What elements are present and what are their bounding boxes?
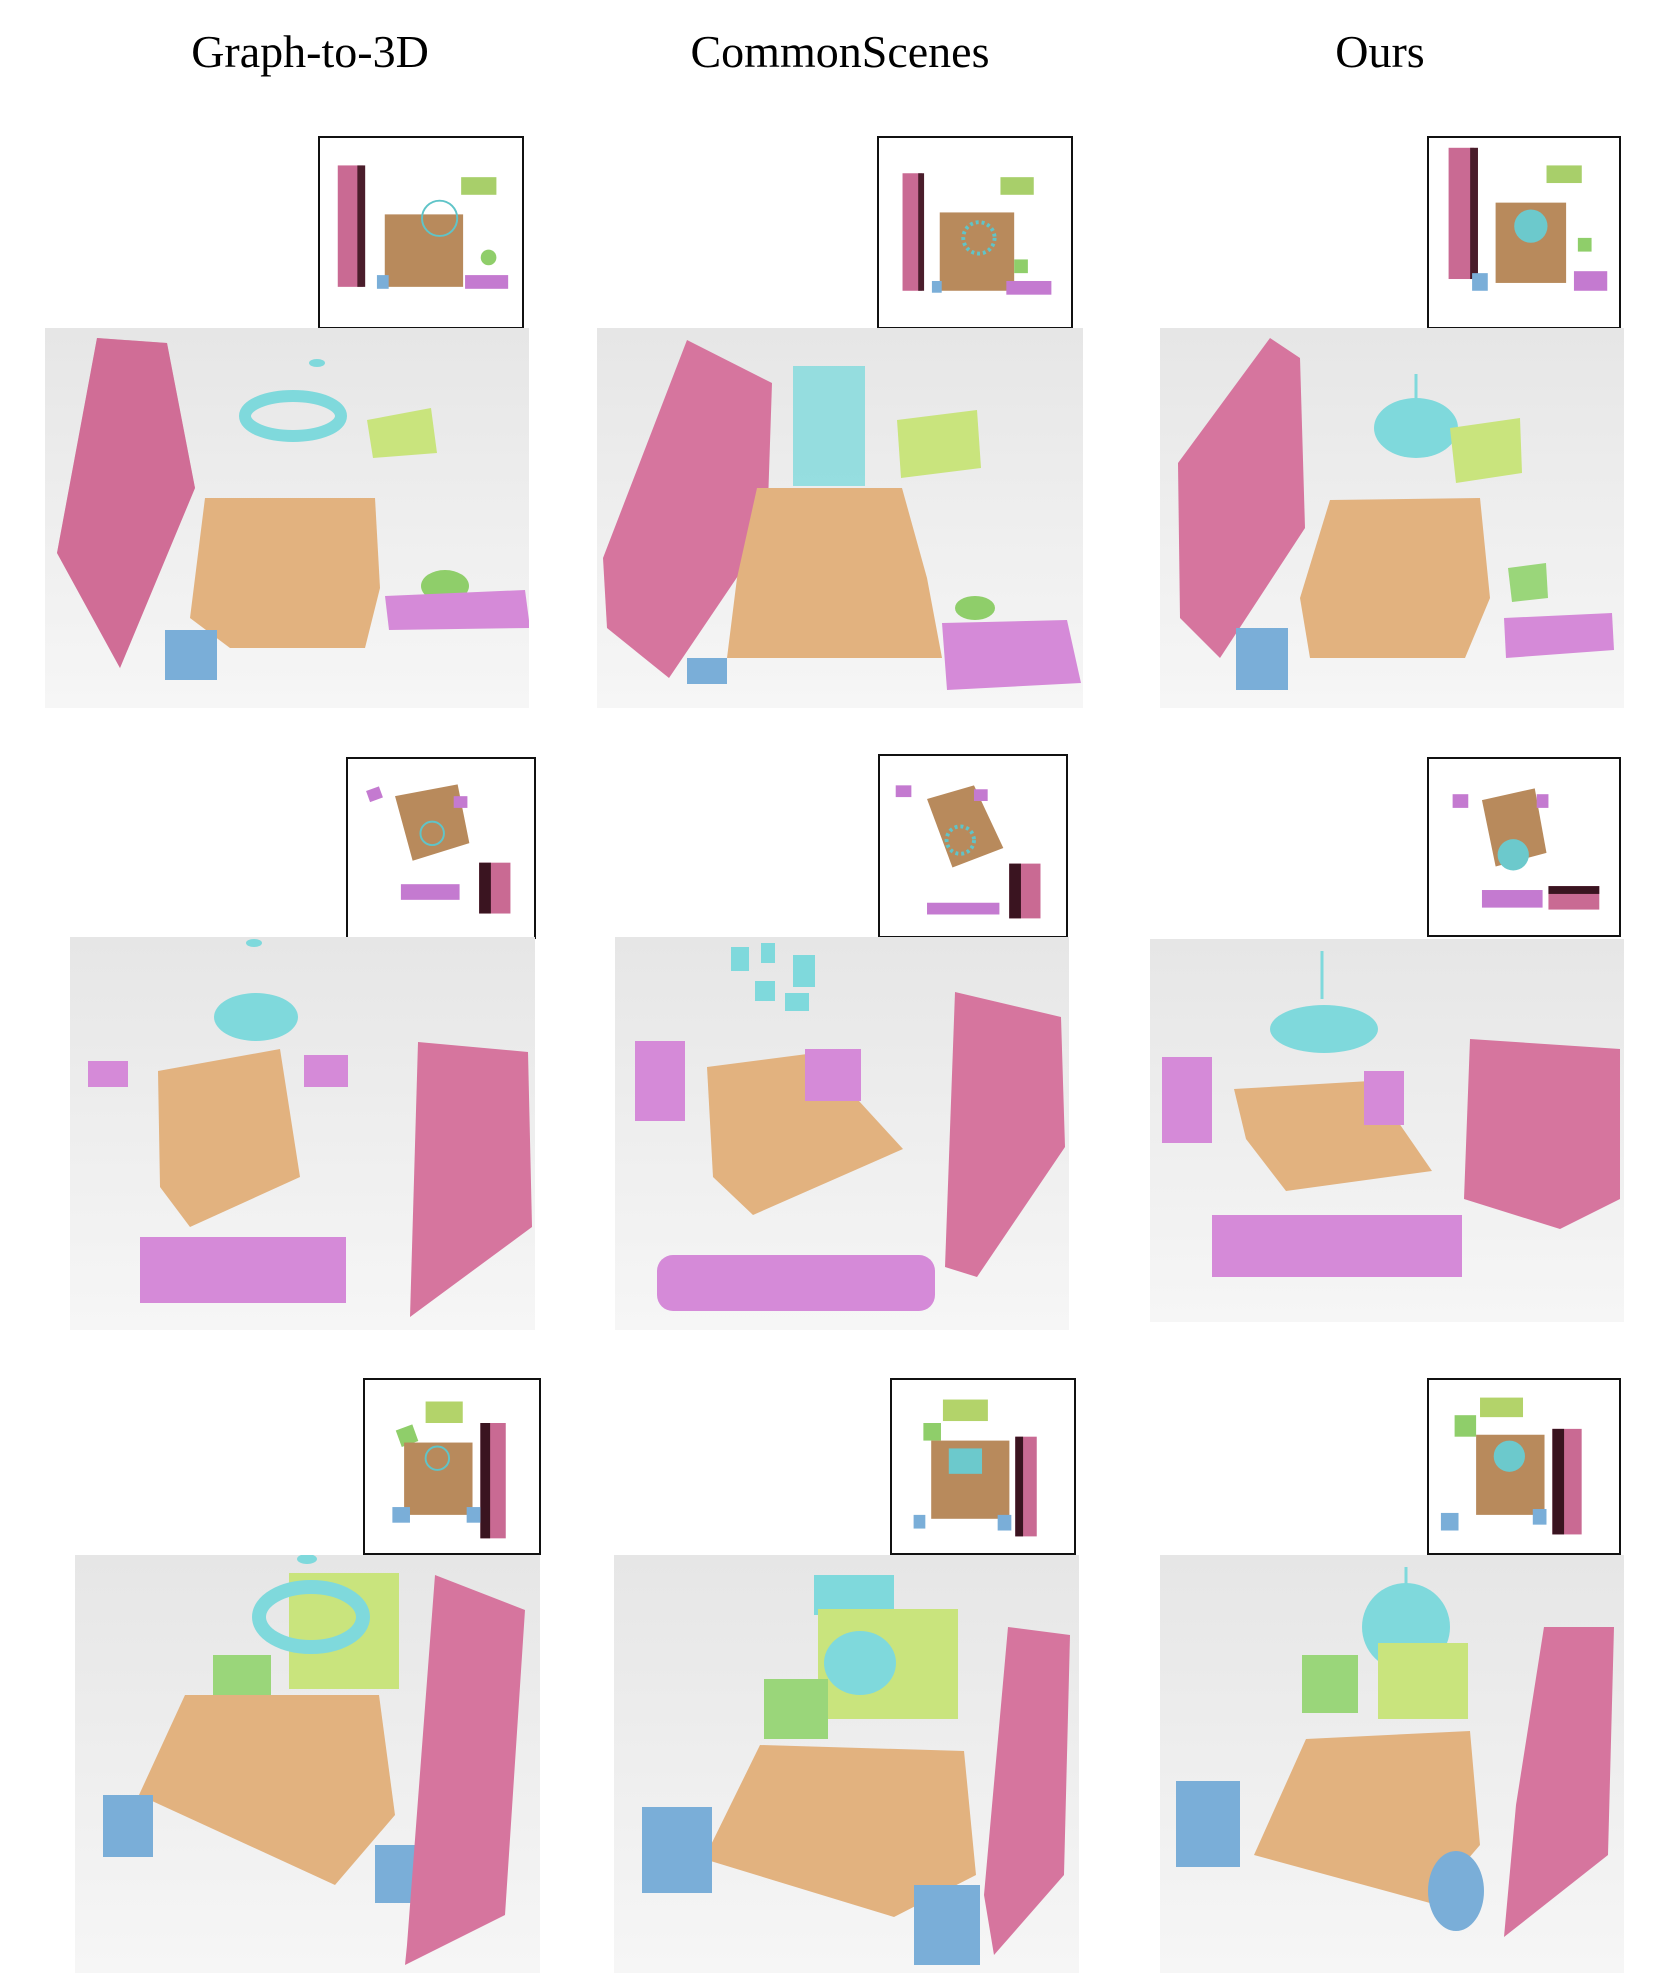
column-title-graph-to-3d: Graph-to-3D xyxy=(191,26,429,77)
topdown-inset-row2-commonscenes xyxy=(878,754,1068,938)
scene-render-row3-commonscenes xyxy=(614,1555,1079,1973)
scene-render-row2-ours xyxy=(1150,939,1624,1322)
topdown-inset-row2-graph-to-3d xyxy=(346,757,536,939)
scene-render-row3-graph-to-3d xyxy=(75,1555,540,1973)
column-title-ours: Ours xyxy=(1335,26,1425,77)
column-title-commonscenes: CommonScenes xyxy=(690,26,990,77)
topdown-inset-row1-graph-to-3d xyxy=(318,136,524,329)
topdown-inset-row1-commonscenes xyxy=(877,136,1073,329)
scene-render-row1-commonscenes xyxy=(597,328,1083,708)
scene-render-row2-graph-to-3d xyxy=(70,937,535,1330)
topdown-inset-row3-commonscenes xyxy=(890,1378,1076,1555)
topdown-inset-row1-ours xyxy=(1427,136,1621,329)
scene-render-row3-ours xyxy=(1160,1555,1624,1973)
topdown-inset-row3-graph-to-3d xyxy=(363,1378,541,1555)
scene-render-row1-ours xyxy=(1160,328,1624,708)
topdown-inset-row2-ours xyxy=(1427,757,1621,937)
scene-render-row1-graph-to-3d xyxy=(45,328,529,708)
topdown-inset-row3-ours xyxy=(1427,1378,1621,1555)
scene-render-row2-commonscenes xyxy=(615,937,1069,1330)
